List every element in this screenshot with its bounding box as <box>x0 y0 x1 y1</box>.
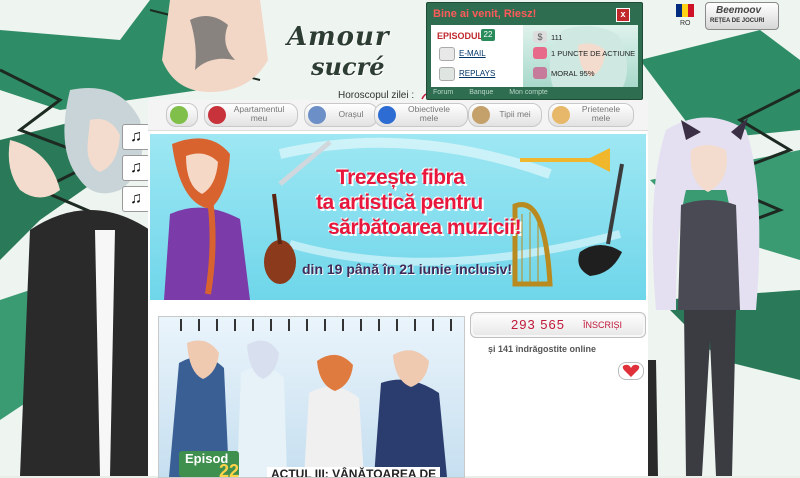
amour-sucre-logo[interactable]: Amour sucré <box>283 22 403 90</box>
music-note-button-3[interactable]: ♫ <box>122 186 150 212</box>
beemoov-network-button[interactable]: Beemoov REȚEA DE JOCURI <box>705 2 779 30</box>
dollar-icon: $ <box>533 31 547 43</box>
tab-banque[interactable]: Banque <box>469 89 493 96</box>
girl-icon <box>552 106 570 124</box>
banner-line1: Trezește fibra <box>336 166 465 189</box>
nav-girlfriends-label: Prietenele mele <box>581 104 621 123</box>
beemoov-name: Beemoov <box>716 5 762 16</box>
email-icon <box>439 47 455 61</box>
nav-girlfriends[interactable]: Prietenele mele <box>548 103 634 127</box>
welcome-panel: Bine ai venit, Riesz! x EPISODUL 22 $ 11… <box>426 2 643 100</box>
episode-number-badge: 22 <box>481 29 495 41</box>
registered-label: ÎNSCRIȘI <box>583 320 623 330</box>
nav-city[interactable]: Orașul <box>304 103 378 127</box>
banner-line3: sărbătoarea muzicii! <box>328 216 522 239</box>
tab-forum[interactable]: Forum <box>433 89 453 96</box>
music-note-button-1[interactable]: ♫ <box>122 124 150 150</box>
nav-home[interactable] <box>166 103 198 127</box>
email-link[interactable]: E-MAIL <box>459 49 486 58</box>
lower-section: Episod 22 ACTUL III: VÂNĂTOAREA DE 293 5… <box>148 306 648 478</box>
moral-value: MORAL 95% <box>551 69 595 78</box>
episode-title: ACTUL III: VÂNĂTOAREA DE <box>267 467 441 477</box>
episode-badge-number: 22 <box>219 461 240 478</box>
banner-dates: din 19 până în 21 iunie inclusiv! <box>302 261 513 277</box>
logo-line2: sucré <box>311 52 385 81</box>
action-points-value: 1 PUNCTE DE ACTIUNE <box>551 49 636 58</box>
heart-button[interactable] <box>618 362 644 380</box>
main-content: Apartamentul meu Orașul Obiectivele mele… <box>148 100 648 478</box>
nav-apartment[interactable]: Apartamentul meu <box>204 103 298 127</box>
music-festival-banner[interactable]: Trezește fibra ta artistică pentru sărbă… <box>150 134 646 300</box>
beemoov-tagline: REȚEA DE JOCURI <box>710 18 765 24</box>
music-note-button-2[interactable]: ♫ <box>122 155 150 181</box>
tattoo-character-illustration <box>162 0 268 92</box>
logo-line1: Amour <box>287 22 390 52</box>
action-points-icon <box>533 47 547 59</box>
nav-apartment-label: Apartamentul meu <box>233 104 285 123</box>
episode-card[interactable]: Episod 22 ACTUL III: VÂNĂTOAREA DE <box>158 316 465 478</box>
nav-objectives-label: Obiectivele mele <box>407 104 451 123</box>
home-icon <box>170 106 188 124</box>
tab-mon-compte[interactable]: Mon compte <box>509 89 548 96</box>
replays-icon <box>439 67 455 81</box>
registered-counter: 293 565 ÎNSCRIȘI <box>470 312 646 338</box>
main-navigation: Apartamentul meu Orașul Obiectivele mele… <box>148 100 648 131</box>
dollars-value: 111 <box>551 33 563 42</box>
boy-icon <box>472 106 490 124</box>
sofa-icon <box>208 106 226 124</box>
language-code: RO <box>680 20 691 27</box>
spiral-binding-decoration <box>180 319 452 331</box>
episode-label: EPISODUL <box>437 31 484 41</box>
episode-badge: Episod 22 <box>179 451 239 477</box>
nav-city-label: Orașul <box>338 109 364 119</box>
nav-objectives[interactable]: Obiectivele mele <box>374 103 468 127</box>
banner-line2: ta artistică pentru <box>316 191 483 214</box>
target-icon <box>378 106 396 124</box>
right-character-illustration <box>644 117 760 476</box>
building-icon <box>308 106 326 124</box>
romania-flag-icon[interactable] <box>676 4 694 17</box>
close-button[interactable]: x <box>616 8 630 22</box>
moral-icon <box>533 67 547 79</box>
registered-count: 293 565 <box>511 317 565 332</box>
welcome-tabs: Forum Banque Mon compte <box>433 89 633 99</box>
nav-boys[interactable]: Tipii mei <box>468 103 542 127</box>
replays-link[interactable]: REPLAYS <box>459 69 495 78</box>
welcome-title: Bine ai venit, Riesz! <box>433 8 537 20</box>
welcome-panel-body: EPISODUL 22 $ 111 E-MAIL 1 PUNCTE DE ACT… <box>431 25 638 87</box>
online-count: și 141 îndrăgostite online <box>488 344 597 354</box>
heart-icon <box>622 364 640 377</box>
nav-boys-label: Tipii mei <box>499 109 531 119</box>
